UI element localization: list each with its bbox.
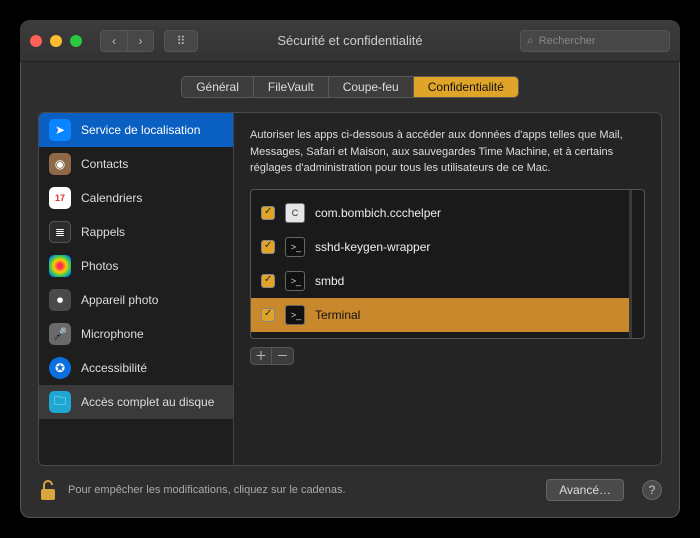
permission-description: Autoriser les apps ci-dessous à accéder … <box>250 127 645 177</box>
sidebar-item-photos[interactable]: Photos <box>39 249 233 283</box>
app-name: sshd-keygen-wrapper <box>315 240 430 254</box>
chevron-right-icon: › <box>139 34 143 48</box>
chevron-left-icon: ‹ <box>112 34 116 48</box>
photos-icon <box>49 255 71 277</box>
tab-general[interactable]: Général <box>182 77 253 97</box>
add-button[interactable]: ＋ <box>250 347 272 365</box>
zoom-button[interactable] <box>70 35 82 47</box>
terminal-icon <box>285 271 305 291</box>
contacts-icon: ◉ <box>49 153 71 175</box>
minus-icon: － <box>276 347 288 364</box>
help-icon: ? <box>649 483 656 497</box>
app-row[interactable]: Terminal <box>251 298 629 332</box>
titlebar: ‹ › ⠿ Sécurité et confidentialité ⌕ <box>20 20 680 62</box>
main-pane: Autoriser les apps ci-dessous à accéder … <box>234 113 661 465</box>
lock-hint: Pour empêcher les modifications, cliquez… <box>68 484 346 496</box>
help-button[interactable]: ? <box>642 480 662 500</box>
sidebar-item-label: Service de localisation <box>81 123 200 137</box>
forward-button[interactable]: › <box>127 31 153 51</box>
checkbox[interactable] <box>261 240 275 254</box>
tab-filevault[interactable]: FileVault <box>253 77 328 97</box>
search-icon: ⌕ <box>527 33 534 48</box>
lock-open-icon <box>38 478 58 502</box>
minimize-button[interactable] <box>50 35 62 47</box>
privacy-sidebar: ➤ Service de localisation ◉ Contacts 17 … <box>39 113 234 465</box>
location-icon: ➤ <box>49 119 71 141</box>
advanced-button[interactable]: Avancé… <box>546 479 624 501</box>
tab-privacy[interactable]: Confidentialité <box>413 77 518 97</box>
search-field[interactable]: ⌕ <box>520 30 670 52</box>
sidebar-item-camera[interactable]: ⏺ Appareil photo <box>39 283 233 317</box>
sidebar-item-location[interactable]: ➤ Service de localisation <box>39 113 233 147</box>
checkbox[interactable] <box>261 206 275 220</box>
window-title: Sécurité et confidentialité <box>277 33 422 48</box>
sidebar-item-label: Rappels <box>81 225 125 239</box>
sidebar-item-label: Photos <box>81 259 118 273</box>
calendar-icon: 17 <box>49 187 71 209</box>
app-name: smbd <box>315 274 344 288</box>
sidebar-item-label: Contacts <box>81 157 128 171</box>
back-button[interactable]: ‹ <box>101 31 127 51</box>
sidebar-item-microphone[interactable]: 🎤 Microphone <box>39 317 233 351</box>
accessibility-icon: ✪ <box>49 357 71 379</box>
search-input[interactable] <box>539 35 663 47</box>
close-button[interactable] <box>30 35 42 47</box>
content-panel: ➤ Service de localisation ◉ Contacts 17 … <box>38 112 662 466</box>
sidebar-item-reminders[interactable]: ≣ Rappels <box>39 215 233 249</box>
app-name: Terminal <box>315 308 360 322</box>
folder-disk-icon: 🗀 <box>49 391 71 413</box>
microphone-icon: 🎤 <box>49 323 71 345</box>
app-name: com.bombich.ccchelper <box>315 206 441 220</box>
app-row[interactable]: sshd-keygen-wrapper <box>251 230 629 264</box>
footer: Pour empêcher les modifications, cliquez… <box>20 466 680 518</box>
remove-button[interactable]: － <box>272 347 294 365</box>
terminal-icon <box>285 237 305 257</box>
app-row[interactable]: smbd <box>251 264 629 298</box>
sidebar-item-label: Accès complet au disque <box>81 395 214 409</box>
reminders-icon: ≣ <box>49 221 71 243</box>
add-remove-buttons: ＋ － <box>250 347 645 365</box>
sidebar-item-full-disk[interactable]: 🗀 Accès complet au disque <box>39 385 233 419</box>
sidebar-item-label: Appareil photo <box>81 293 158 307</box>
app-row[interactable]: C com.bombich.ccchelper <box>251 196 629 230</box>
app-list: C com.bombich.ccchelper sshd-keygen-wrap… <box>251 190 632 338</box>
checkbox[interactable] <box>261 308 275 322</box>
sidebar-item-accessibility[interactable]: ✪ Accessibilité <box>39 351 233 385</box>
plus-icon: ＋ <box>255 347 267 364</box>
grid-icon: ⠿ <box>177 34 186 48</box>
nav-back-forward: ‹ › <box>100 30 154 52</box>
app-icon-ccc: C <box>285 203 305 223</box>
terminal-icon <box>285 305 305 325</box>
show-all-button[interactable]: ⠿ <box>164 30 198 52</box>
preferences-window: ‹ › ⠿ Sécurité et confidentialité ⌕ Géné… <box>20 20 680 518</box>
app-list-container: C com.bombich.ccchelper sshd-keygen-wrap… <box>250 189 645 339</box>
sidebar-item-label: Calendriers <box>81 191 142 205</box>
tab-firewall[interactable]: Coupe-feu <box>328 77 413 97</box>
camera-icon: ⏺ <box>49 289 71 311</box>
sidebar-item-contacts[interactable]: ◉ Contacts <box>39 147 233 181</box>
tab-bar: Général FileVault Coupe-feu Confidential… <box>20 76 680 98</box>
checkbox[interactable] <box>261 274 275 288</box>
sidebar-item-label: Microphone <box>81 327 144 341</box>
window-controls <box>30 35 82 47</box>
sidebar-item-label: Accessibilité <box>81 361 147 375</box>
sidebar-item-calendar[interactable]: 17 Calendriers <box>39 181 233 215</box>
lock-button[interactable] <box>38 478 58 502</box>
